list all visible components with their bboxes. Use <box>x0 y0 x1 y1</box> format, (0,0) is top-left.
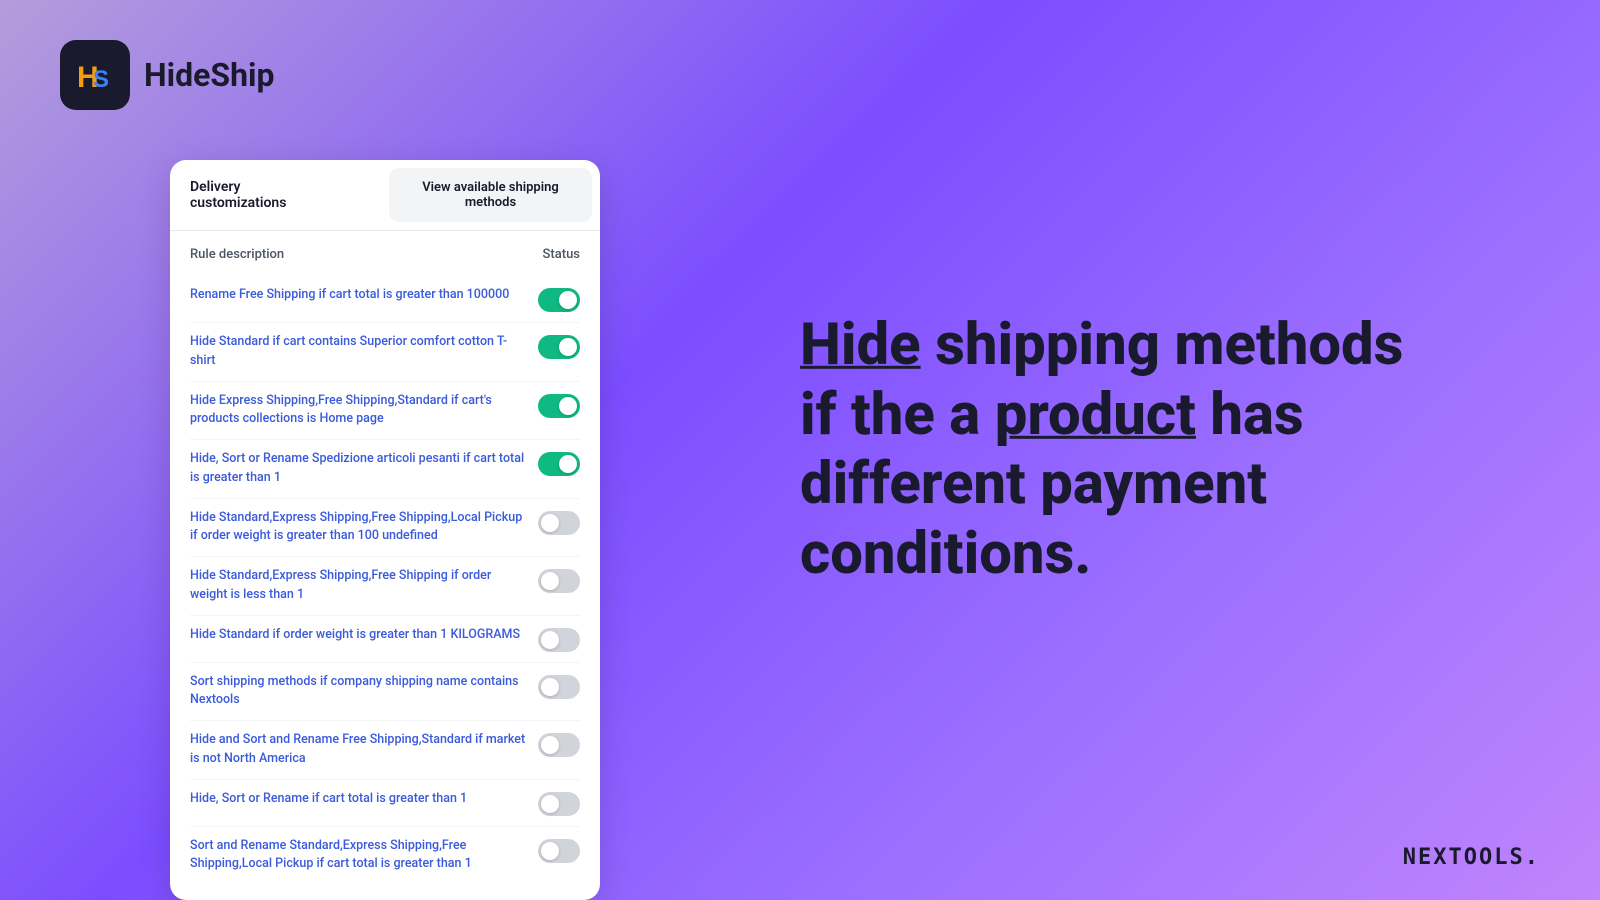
rule-toggle-6[interactable] <box>538 628 580 652</box>
rule-label-5[interactable]: Hide Standard,Express Shipping,Free Ship… <box>190 567 538 605</box>
panel-header: Delivery customizations View available s… <box>170 160 600 231</box>
rule-row: Hide Standard,Express Shipping,Free Ship… <box>190 499 580 558</box>
hero-text-rest-1: shipping methods <box>935 311 1403 379</box>
hero-section: Hide shipping methods if the a product h… <box>800 311 1520 589</box>
rule-label-7[interactable]: Sort shipping methods if company shippin… <box>190 673 538 711</box>
nextools-logo: NEXTOOLS. <box>1403 845 1540 870</box>
rule-toggle-2[interactable] <box>538 394 580 418</box>
rule-toggle-5[interactable] <box>538 569 580 593</box>
tab-delivery-customizations[interactable]: Delivery customizations <box>170 160 381 230</box>
tab-view-shipping-methods[interactable]: View available shipping methods <box>389 168 592 222</box>
app-logo-icon: H S <box>60 40 130 110</box>
rules-list: Rename Free Shipping if cart total is gr… <box>190 276 580 884</box>
col-header-status: Status <box>543 247 580 262</box>
hero-line-2: if the a product has <box>800 380 1520 450</box>
rule-label-10[interactable]: Sort and Rename Standard,Express Shippin… <box>190 837 538 875</box>
hero-line-3: different payment conditions. <box>800 450 1520 589</box>
rule-toggle-3[interactable] <box>538 452 580 476</box>
rule-label-1[interactable]: Hide Standard if cart contains Superior … <box>190 333 538 371</box>
rule-toggle-7[interactable] <box>538 675 580 699</box>
rule-toggle-8[interactable] <box>538 733 580 757</box>
rule-toggle-1[interactable] <box>538 335 580 359</box>
rule-row: Hide Standard if cart contains Superior … <box>190 323 580 382</box>
hero-underline-product: product <box>995 380 1196 448</box>
rule-row: Hide Standard,Express Shipping,Free Ship… <box>190 557 580 616</box>
rule-label-2[interactable]: Hide Express Shipping,Free Shipping,Stan… <box>190 392 538 430</box>
hero-underline-hide: Hide <box>800 311 921 379</box>
rule-label-9[interactable]: Hide, Sort or Rename if cart total is gr… <box>190 790 538 809</box>
rule-toggle-0[interactable] <box>538 288 580 312</box>
rule-label-6[interactable]: Hide Standard if order weight is greater… <box>190 626 538 645</box>
app-name: HideShip <box>144 56 274 94</box>
rule-toggle-9[interactable] <box>538 792 580 816</box>
rule-label-4[interactable]: Hide Standard,Express Shipping,Free Ship… <box>190 509 538 547</box>
column-headers: Rule description Status <box>190 247 580 262</box>
rule-toggle-4[interactable] <box>538 511 580 535</box>
svg-text:S: S <box>93 66 109 93</box>
rule-row: Sort and Rename Standard,Express Shippin… <box>190 827 580 885</box>
rule-row: Hide Express Shipping,Free Shipping,Stan… <box>190 382 580 441</box>
rule-row: Sort shipping methods if company shippin… <box>190 663 580 722</box>
rule-label-0[interactable]: Rename Free Shipping if cart total is gr… <box>190 286 538 305</box>
main-panel: Delivery customizations View available s… <box>170 160 600 900</box>
rule-row: Hide, Sort or Rename Spedizione articoli… <box>190 440 580 499</box>
rule-row: Rename Free Shipping if cart total is gr… <box>190 276 580 323</box>
rule-label-8[interactable]: Hide and Sort and Rename Free Shipping,S… <box>190 731 538 769</box>
col-header-rule: Rule description <box>190 247 284 262</box>
rule-label-3[interactable]: Hide, Sort or Rename Spedizione articoli… <box>190 450 538 488</box>
hero-line-1: Hide shipping methods <box>800 311 1520 381</box>
logo-area: H S HideShip <box>60 40 274 110</box>
rule-row: Hide, Sort or Rename if cart total is gr… <box>190 780 580 827</box>
panel-body: Rule description Status Rename Free Ship… <box>170 231 600 900</box>
rule-row: Hide and Sort and Rename Free Shipping,S… <box>190 721 580 780</box>
rule-toggle-10[interactable] <box>538 839 580 863</box>
rule-row: Hide Standard if order weight is greater… <box>190 616 580 663</box>
